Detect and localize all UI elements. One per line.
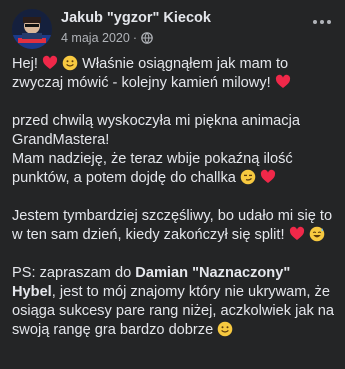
heart-icon <box>42 55 58 71</box>
p4-text-b: , jest to mój znajomy który nie ukrywam,… <box>12 284 335 338</box>
smirk-icon <box>240 169 256 185</box>
smile-icon <box>217 321 233 337</box>
post-date[interactable]: 4 maja 2020 <box>61 31 130 45</box>
p1-text-a: Hej! <box>12 56 43 72</box>
post-meta: 4 maja 2020 · <box>61 31 153 45</box>
smile-icon <box>62 55 78 71</box>
facebook-post: Jakub "ygzor" Kiecok 4 maja 2020 · Hej! … <box>0 0 345 369</box>
paragraph-2: przed chwilą wyskoczyła mi piękna animac… <box>12 112 337 188</box>
post-header: Jakub "ygzor" Kiecok 4 maja 2020 · <box>12 9 333 49</box>
heart-icon <box>260 169 276 185</box>
more-horizontal-icon <box>313 20 331 24</box>
p2-line-1: przed chwilą wyskoczyła mi piękna animac… <box>12 113 300 148</box>
sweat-smile-icon <box>309 226 325 242</box>
more-options-button[interactable] <box>307 11 337 33</box>
meta-separator: · <box>132 31 137 45</box>
p4-text-a: PS: zapraszam do <box>12 265 136 281</box>
post-text: Hej! Właśnie osiągnąłem jak mam to zwycz… <box>12 55 337 340</box>
author-avatar[interactable] <box>12 9 52 49</box>
paragraph-1: Hej! Właśnie osiągnąłem jak mam to zwycz… <box>12 55 337 93</box>
globe-icon <box>141 32 153 44</box>
paragraph-4: PS: zapraszam do Damian "Naznaczony" Hyb… <box>12 264 337 340</box>
heart-icon <box>275 74 291 90</box>
heart-icon <box>289 226 305 242</box>
p3-text: Jestem tymbardziej szczęśliwy, bo udało … <box>12 208 333 243</box>
author-name[interactable]: Jakub "ygzor" Kiecok <box>61 10 211 26</box>
paragraph-3: Jestem tymbardziej szczęśliwy, bo udało … <box>12 207 337 245</box>
